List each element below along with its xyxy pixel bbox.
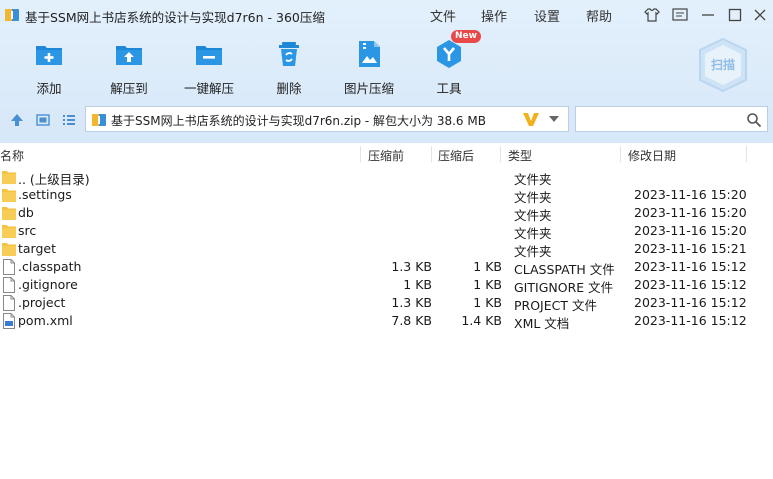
file-row[interactable]: db 文件夹 2023-11-16 15:20 (0, 204, 773, 223)
folder-icon (2, 189, 16, 202)
skin-shirt-icon[interactable] (643, 6, 661, 24)
file-original-size: 7.8 KB (391, 313, 432, 328)
menu-operation[interactable]: 操作 (481, 6, 507, 25)
file-row[interactable]: src 文件夹 2023-11-16 15:20 (0, 222, 773, 241)
up-arrow-icon[interactable] (9, 112, 25, 128)
image-compress-icon (359, 41, 380, 67)
thumbnail-view-icon[interactable] (35, 112, 51, 128)
close-icon[interactable] (751, 6, 769, 24)
file-name: db (18, 205, 34, 220)
col-type[interactable]: 类型 (508, 147, 532, 164)
file-name: .project (18, 295, 66, 310)
document-icon (3, 259, 15, 275)
file-type: XML 文档 (514, 316, 570, 331)
one-click-extract-icon (196, 46, 222, 65)
file-name: target (18, 241, 57, 256)
file-date: 2023-11-16 15:21 (634, 241, 747, 256)
document-icon (3, 277, 15, 293)
chevron-down-icon[interactable] (548, 115, 560, 123)
title-bar: 基于SSM网上书店系统的设计与实现d7r6n - 360压缩 文件 操作 设置 … (0, 0, 773, 30)
column-divider[interactable] (360, 146, 361, 162)
folder-icon (2, 225, 16, 238)
new-badge: New (451, 30, 481, 43)
file-row-parent[interactable]: .. (上级目录) 文件夹 (0, 168, 773, 187)
column-divider[interactable] (431, 146, 432, 162)
file-original-size: 1.3 KB (391, 295, 432, 310)
menu-help[interactable]: 帮助 (586, 6, 612, 25)
folder-icon (2, 171, 16, 184)
file-date: 2023-11-16 15:12 (634, 259, 747, 274)
col-name[interactable]: 名称 (0, 147, 24, 164)
scan-label: 扫描 (711, 57, 735, 72)
file-date: 2023-11-16 15:20 (634, 187, 747, 202)
column-header: 名称 压缩前 压缩后 类型 修改日期 (0, 143, 773, 166)
document-icon (3, 295, 15, 311)
file-date: 2023-11-16 15:12 (634, 313, 747, 328)
file-row[interactable]: .gitignore 1 KB 1 KB GITIGNORE 文件 2023-1… (0, 276, 773, 295)
extract-to-label: 解压到 (110, 81, 148, 96)
zip-archive-icon (92, 114, 106, 126)
file-original-size: 1.3 KB (391, 259, 432, 274)
folder-icon (2, 243, 16, 256)
archive-app-icon (5, 9, 19, 21)
delete-button[interactable]: 删除 (249, 38, 329, 98)
maximize-icon[interactable] (726, 6, 744, 24)
folder-icon (2, 207, 16, 220)
file-date: 2023-11-16 15:20 (634, 223, 747, 238)
recycle-bin-icon (279, 42, 299, 66)
add-folder-icon (36, 46, 62, 65)
file-compressed-size: 1 KB (473, 295, 502, 310)
feedback-icon[interactable] (671, 6, 689, 24)
search-icon[interactable] (746, 112, 762, 128)
file-row[interactable]: .settings 文件夹 2023-11-16 15:20 (0, 186, 773, 205)
file-name: src (18, 223, 37, 238)
column-divider[interactable] (500, 146, 501, 162)
scan-shield-icon: 扫描 (699, 37, 747, 93)
menu-settings[interactable]: 设置 (534, 6, 560, 25)
file-date: 2023-11-16 15:12 (634, 295, 747, 310)
file-row[interactable]: pom.xml 7.8 KB 1.4 KB XML 文档 2023-11-16 … (0, 312, 773, 331)
add-button[interactable]: 添加 (9, 38, 89, 98)
delete-label: 删除 (276, 81, 302, 96)
window-title: 基于SSM网上书店系统的设计与实现d7r6n - 360压缩 (25, 10, 325, 25)
column-divider[interactable] (620, 146, 621, 162)
scan-button[interactable]: 扫描 (694, 36, 752, 94)
file-date: 2023-11-16 15:20 (634, 205, 747, 220)
col-compressed-size[interactable]: 压缩后 (438, 147, 474, 164)
extract-to-button[interactable]: 解压到 (89, 38, 169, 98)
file-name: .gitignore (18, 277, 78, 292)
image-compress-button[interactable]: 图片压缩 (329, 38, 409, 98)
file-row[interactable]: target 文件夹 2023-11-16 15:21 (0, 240, 773, 259)
tools-label: 工具 (436, 81, 462, 96)
one-click-extract-button[interactable]: 一键解压 (169, 38, 249, 98)
file-row[interactable]: .classpath 1.3 KB 1 KB CLASSPATH 文件 2023… (0, 258, 773, 277)
one-click-extract-label: 一键解压 (183, 81, 234, 96)
minimize-icon[interactable] (699, 6, 717, 24)
file-name: .settings (18, 187, 72, 202)
address-bar[interactable]: 基于SSM网上书店系统的设计与实现d7r6n.zip - 解包大小为 38.6 … (85, 106, 569, 132)
file-original-size: 1 KB (403, 277, 432, 292)
file-date: 2023-11-16 15:12 (634, 277, 747, 292)
column-divider[interactable] (746, 146, 747, 162)
col-original-size[interactable]: 压缩前 (368, 147, 404, 164)
add-label: 添加 (36, 81, 62, 96)
archive-path: 基于SSM网上书店系统的设计与实现d7r6n.zip - 解包大小为 38.6 … (111, 114, 486, 128)
menu-file[interactable]: 文件 (430, 6, 456, 25)
col-modified-date[interactable]: 修改日期 (628, 147, 676, 164)
file-compressed-size: 1 KB (473, 277, 502, 292)
xml-file-icon (3, 313, 15, 329)
tools-button[interactable]: New 工具 (409, 30, 489, 98)
search-box[interactable] (575, 106, 768, 132)
vip-v-icon[interactable] (521, 109, 541, 129)
image-compress-label: 图片压缩 (343, 81, 394, 96)
file-compressed-size: 1.4 KB (461, 313, 502, 328)
file-name: .classpath (18, 259, 82, 274)
extract-to-icon (116, 46, 142, 65)
file-compressed-size: 1 KB (473, 259, 502, 274)
list-view-icon[interactable] (61, 112, 77, 128)
file-name: pom.xml (18, 313, 73, 328)
window-chrome: 基于SSM网上书店系统的设计与实现d7r6n - 360压缩 文件 操作 设置 … (0, 0, 773, 143)
file-row[interactable]: .project 1.3 KB 1 KB PROJECT 文件 2023-11-… (0, 294, 773, 313)
